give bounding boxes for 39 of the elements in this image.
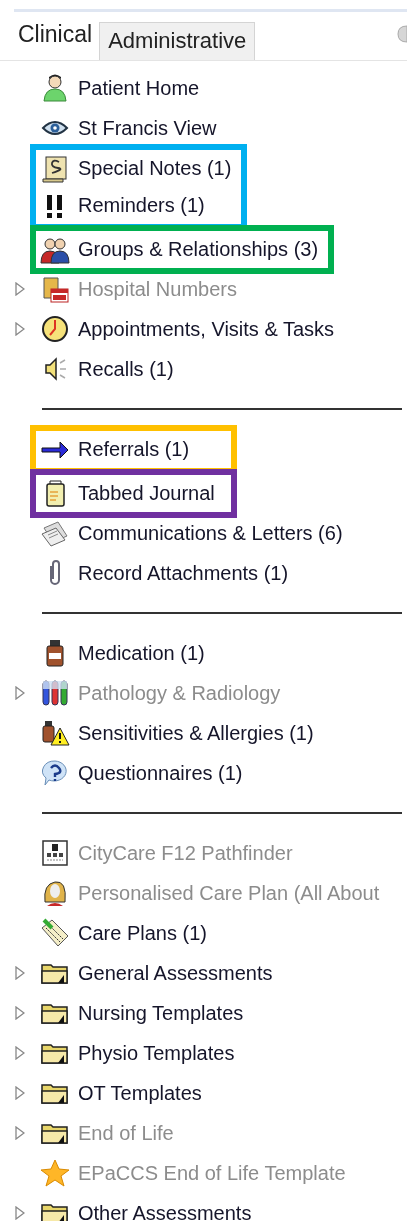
scroll-icon xyxy=(40,153,70,184)
tree-item[interactable]: Physio Templates xyxy=(0,1033,407,1073)
calendar-icon xyxy=(40,274,70,304)
document-icon xyxy=(40,918,70,948)
tree-item[interactable]: OT Templates xyxy=(0,1073,407,1113)
tree-item[interactable]: Other Assessments xyxy=(0,1193,407,1221)
tree-item[interactable]: Record Attachments (1) xyxy=(0,553,407,593)
tree-item[interactable]: Referrals (1) xyxy=(40,431,221,468)
expand-icon[interactable] xyxy=(15,1086,25,1100)
tree-item[interactable]: Recalls (1) xyxy=(0,349,407,389)
tree-item[interactable]: Groups & Relationships (3) xyxy=(40,231,319,268)
expand-icon[interactable] xyxy=(15,1006,25,1020)
tree-item[interactable]: Patient Home xyxy=(0,68,407,108)
tree-item[interactable]: Sensitivities & Allergies (1) xyxy=(0,713,407,753)
expand-icon[interactable] xyxy=(15,1046,25,1060)
expand-icon[interactable] xyxy=(15,1206,25,1220)
tab[interactable]: Administrative xyxy=(99,22,256,60)
question-icon xyxy=(40,758,70,788)
expand-icon[interactable] xyxy=(15,322,25,336)
expand-icon[interactable] xyxy=(15,966,25,980)
tree-item[interactable]: General Assessments xyxy=(0,953,407,993)
tree-item[interactable]: Care Plans (1) xyxy=(0,913,407,953)
tree-item[interactable]: Reminders (1) xyxy=(40,187,232,224)
star-icon xyxy=(40,1158,70,1188)
tree-item[interactable]: Medication (1) xyxy=(0,633,407,673)
tree-item[interactable]: Communications & Letters (6) xyxy=(0,513,407,553)
tree-item[interactable]: Tabbed Journal xyxy=(40,475,221,512)
clock-icon xyxy=(40,314,70,344)
person-icon xyxy=(40,73,70,103)
tree-item[interactable]: Appointments, Visits & Tasks xyxy=(0,309,407,349)
tree-item[interactable]: Nursing Templates xyxy=(0,993,407,1033)
test-tubes-icon xyxy=(40,678,70,708)
tree-item[interactable]: Special Notes (1) xyxy=(40,150,232,187)
eye-chart-icon xyxy=(40,838,70,868)
toolbar-icon[interactable] xyxy=(395,24,407,46)
warning-icon xyxy=(40,718,70,748)
letters-icon xyxy=(40,518,70,548)
tree-item[interactable]: St Francis View xyxy=(0,108,407,148)
tree-item[interactable]: Questionnaires (1) xyxy=(0,753,407,793)
